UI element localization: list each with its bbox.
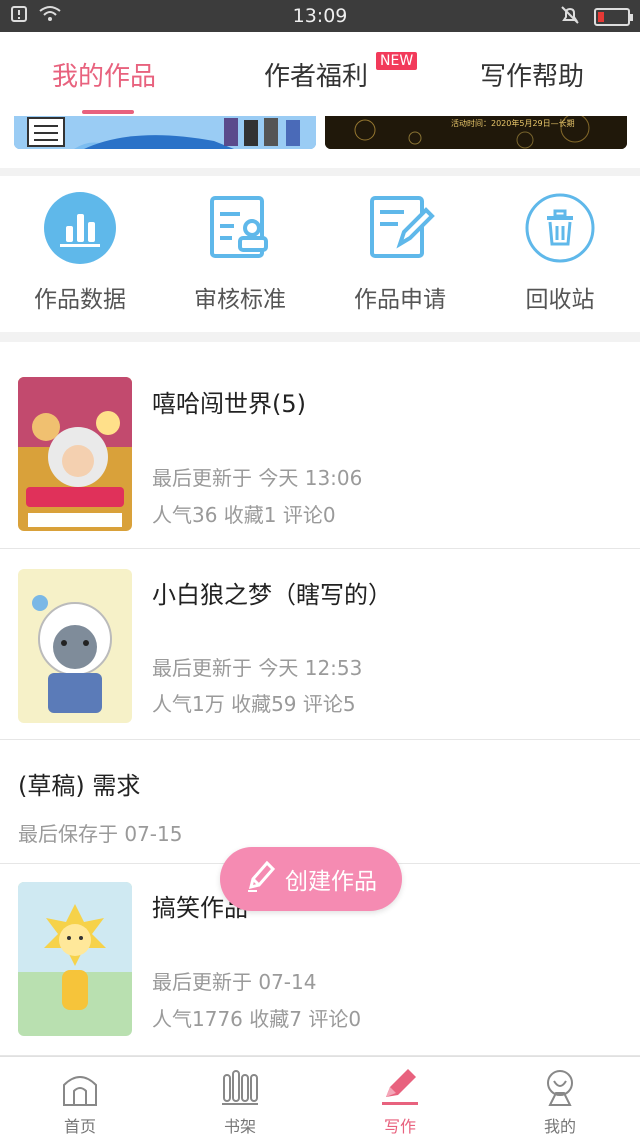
create-work-button[interactable]: 创建作品: [220, 847, 402, 911]
work-stats: 人气36 收藏1 评论0: [152, 503, 336, 527]
profile-icon: [520, 1065, 600, 1109]
work-cover[interactable]: [18, 569, 132, 723]
review-standard-icon: [204, 192, 276, 264]
active-tab-indicator: [82, 110, 134, 114]
top-tabs: 我的作品 作者福利 NEW 写作帮助: [0, 32, 640, 116]
create-work-label: 创建作品: [285, 869, 377, 895]
tool-work-application[interactable]: 作品申请: [335, 192, 465, 314]
nav-bookshelf[interactable]: 书架: [200, 1065, 280, 1137]
work-stats: 人气1万 收藏59 评论5: [152, 692, 356, 716]
tab-writing-help[interactable]: 写作帮助: [480, 56, 584, 93]
work-item[interactable]: 小白狼之梦（瞎写的） 最后更新于 今天 12:53 人气1万 收藏59 评论5: [0, 549, 640, 740]
work-updated: 最后更新于 今天 12:53: [152, 656, 363, 680]
tool-review-standard[interactable]: 审核标准: [175, 192, 305, 314]
bookshelf-icon: [200, 1065, 280, 1109]
nav-label: 写作: [383, 1117, 416, 1136]
tab-author-benefits[interactable]: 作者福利: [264, 56, 368, 93]
edit-document-icon: [364, 192, 436, 264]
work-item[interactable]: 嘻哈闯世界(5) 最后更新于 今天 13:06 人气36 收藏1 评论0: [0, 342, 640, 549]
tool-work-data[interactable]: 作品数据: [15, 192, 145, 314]
tool-label: 回收站: [525, 287, 595, 313]
draft-saved: 最后保存于 07-15: [18, 822, 183, 846]
bar-chart-icon: [44, 192, 116, 264]
tools-row: 作品数据 审核标准 作品申请 回收站: [0, 176, 640, 332]
bottom-nav: 首页 书架 写作 我的: [0, 1056, 640, 1138]
tool-label: 审核标准: [194, 287, 286, 313]
nav-label: 书架: [223, 1117, 256, 1136]
nav-label: 首页: [63, 1117, 96, 1136]
tool-recycle-bin[interactable]: 回收站: [495, 192, 625, 314]
draft-item[interactable]: (草稿) 需求 最后保存于 07-15: [0, 740, 640, 864]
mute-bell-icon: [560, 5, 580, 29]
nav-home[interactable]: 首页: [40, 1065, 120, 1137]
work-stats: 人气1776 收藏7 评论0: [152, 1007, 362, 1031]
work-cover[interactable]: [18, 377, 132, 531]
nav-mine[interactable]: 我的: [520, 1065, 600, 1137]
section-divider: [0, 168, 640, 176]
home-icon: [40, 1065, 120, 1109]
draft-title: (草稿) 需求: [18, 772, 141, 800]
work-cover[interactable]: [18, 882, 132, 1036]
status-bar: 13:09: [0, 0, 640, 32]
work-updated: 最后更新于 07-14: [152, 970, 317, 994]
work-updated: 最后更新于 今天 13:06: [152, 466, 363, 490]
tab-my-works[interactable]: 我的作品: [52, 56, 156, 93]
banner-right[interactable]: 活动时间：2020年5月29日—长期: [325, 116, 627, 149]
banner-carousel[interactable]: 活动时间：2020年5月29日—长期: [0, 116, 640, 168]
work-title: 小白狼之梦（瞎写的）: [152, 581, 392, 609]
tool-label: 作品数据: [34, 287, 126, 313]
trash-icon: [524, 192, 596, 264]
new-badge: NEW: [376, 52, 418, 70]
work-title: 嘻哈闯世界(5): [152, 390, 306, 418]
pencil-icon: [245, 859, 276, 899]
section-divider: [0, 332, 640, 342]
write-pencil-icon: [360, 1065, 440, 1109]
nav-write[interactable]: 写作: [360, 1065, 440, 1137]
nav-label: 我的: [543, 1117, 576, 1136]
status-time: 13:09: [292, 5, 348, 27]
battery-icon: [594, 8, 633, 26]
banner-caption: 活动时间：2020年5月29日—长期: [451, 119, 575, 128]
tool-label: 作品申请: [354, 287, 446, 313]
banner-left[interactable]: [14, 116, 316, 149]
